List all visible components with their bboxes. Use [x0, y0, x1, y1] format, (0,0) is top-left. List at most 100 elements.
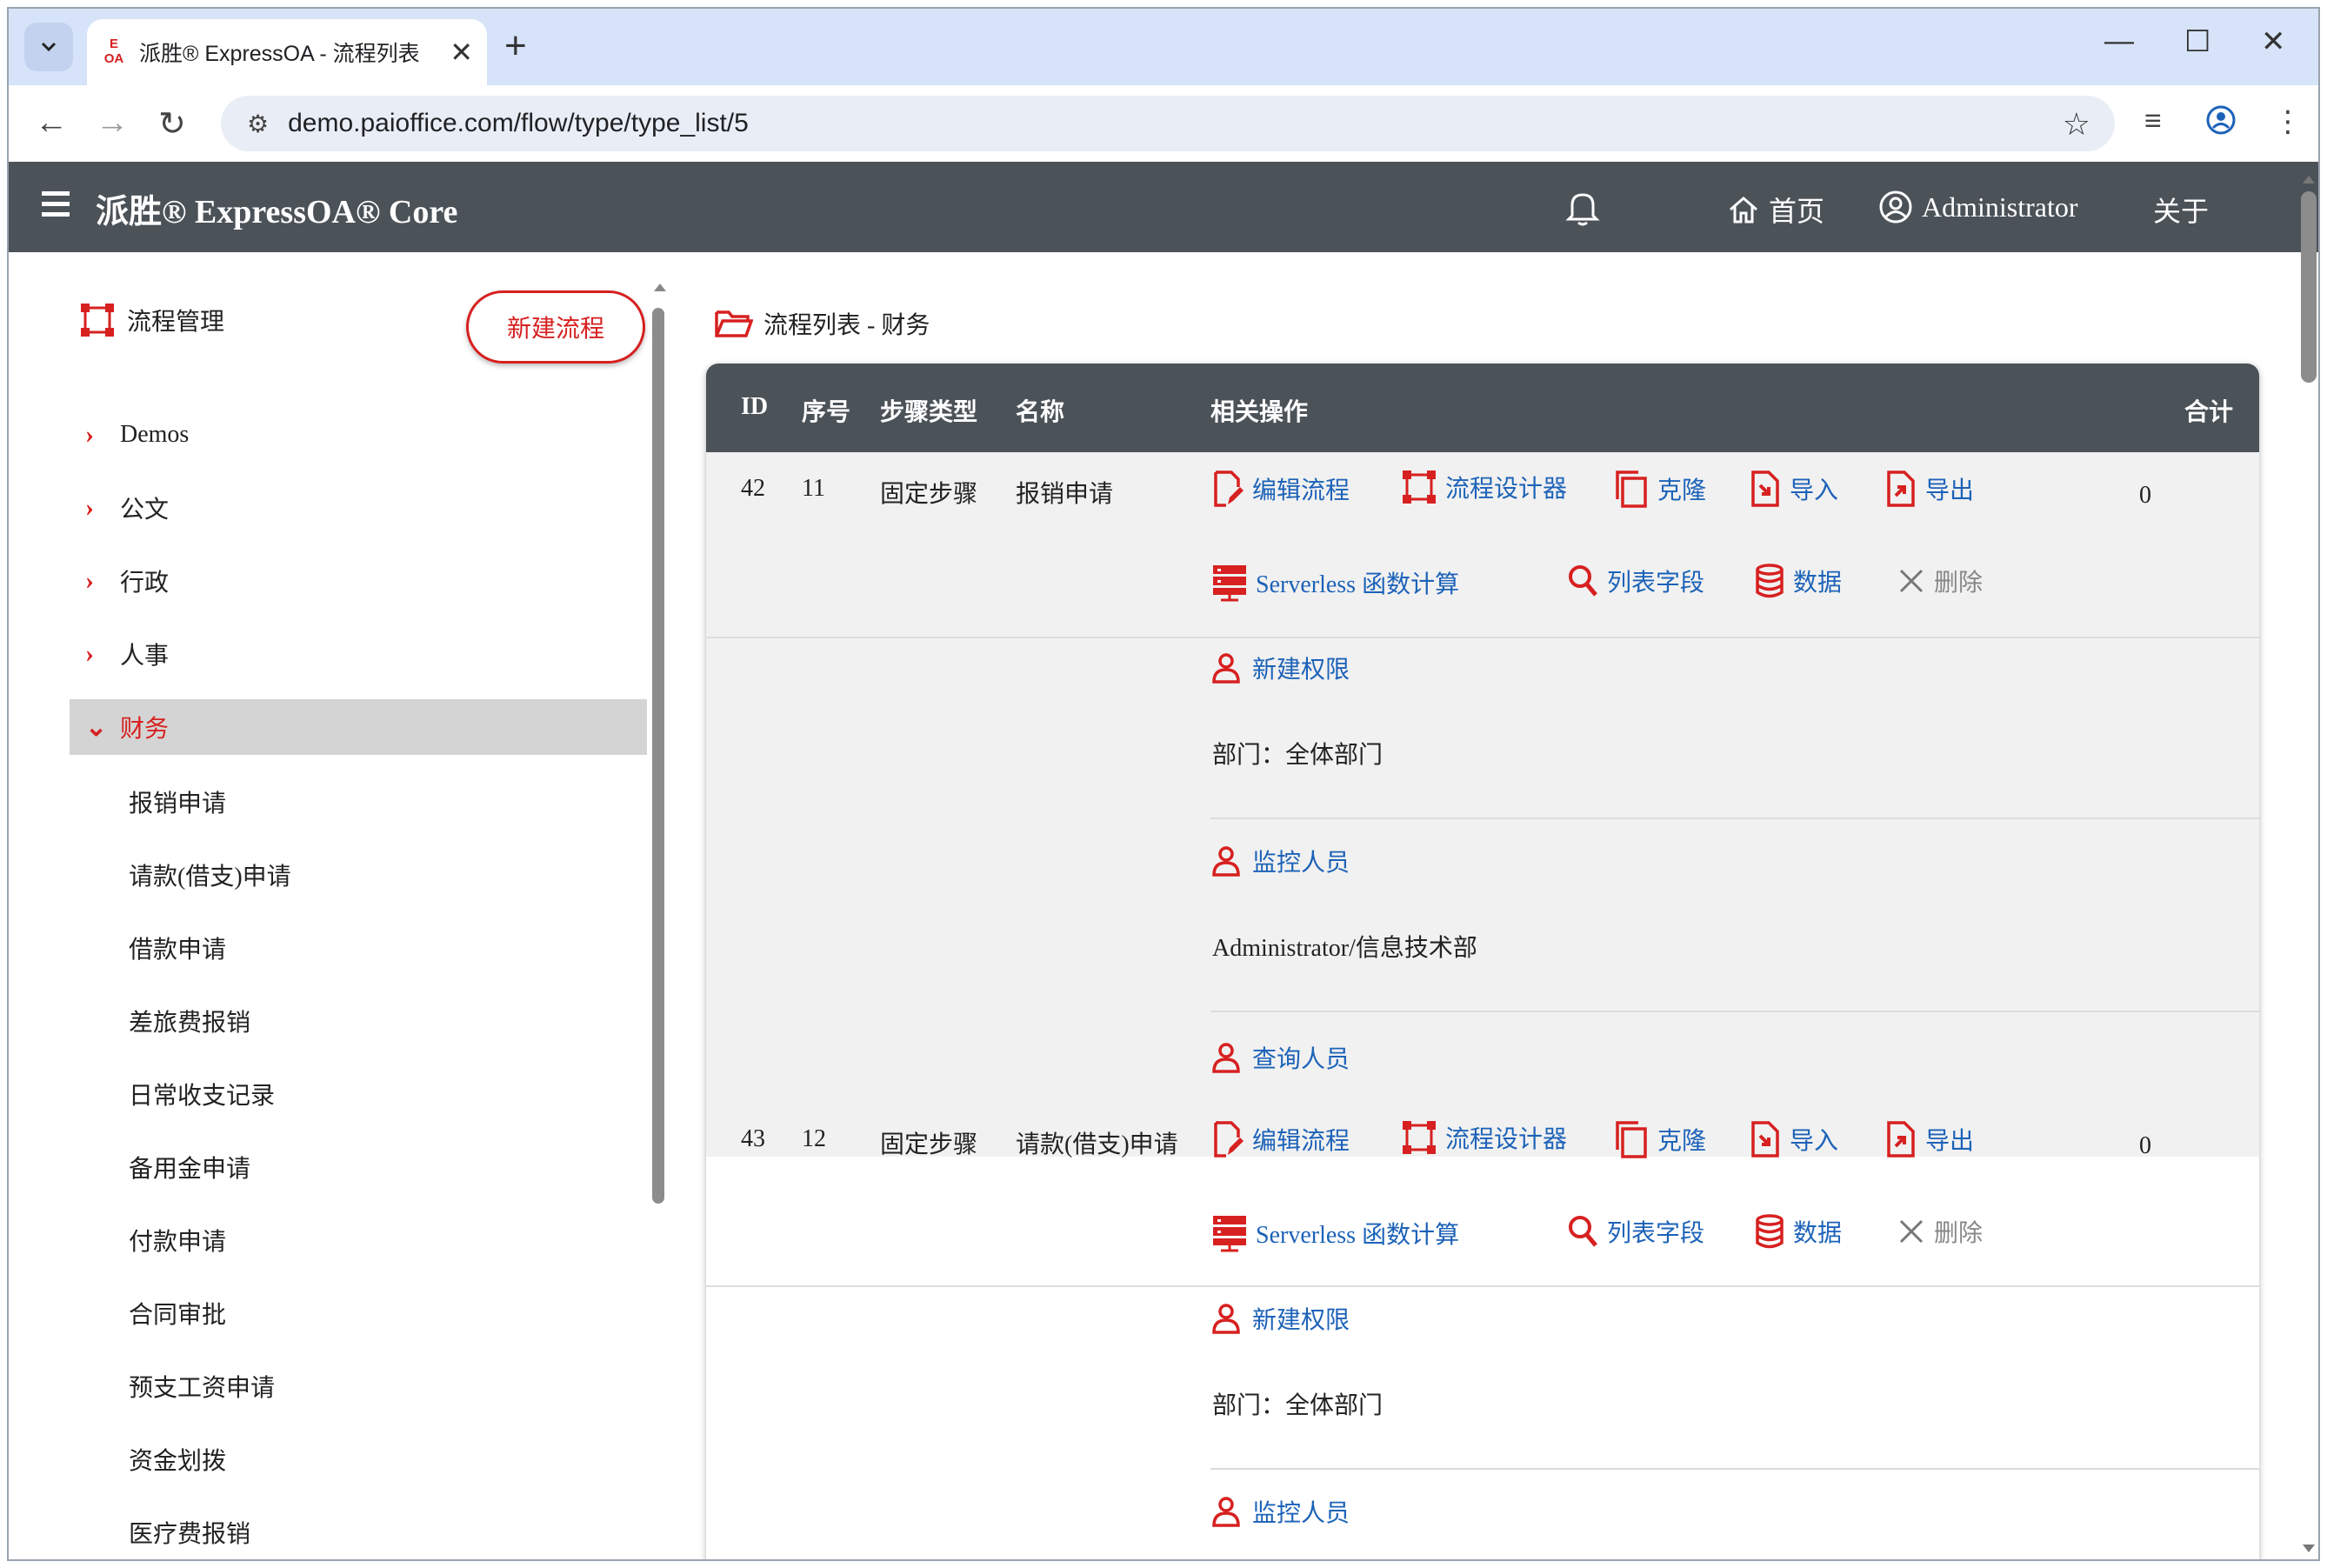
nav-about[interactable]: 关于: [2153, 190, 2209, 230]
tab-search-button[interactable]: [24, 23, 73, 71]
sidebar-item-document[interactable]: › 公文: [70, 480, 647, 536]
serverless-link[interactable]: Serverless 函数计算: [1212, 564, 1459, 602]
sidebar-item-label: Demos: [120, 421, 190, 448]
export-link[interactable]: 导出: [1885, 1120, 1974, 1158]
media-icon[interactable]: ≡: [2144, 104, 2162, 138]
export-link[interactable]: 导出: [1885, 470, 1974, 508]
sidebar-subitem[interactable]: 请款(借支)申请: [129, 857, 291, 892]
copy-icon: [1616, 470, 1647, 508]
monitor-staff-value: Administrator/信息技术部: [1212, 935, 1477, 962]
sidebar-title-label: 流程管理: [127, 309, 225, 336]
sidebar-subitem[interactable]: 借款申请: [129, 931, 226, 965]
hamburger-menu-icon[interactable]: [42, 191, 70, 217]
import-link[interactable]: 导入: [1750, 470, 1838, 508]
user-icon: [1212, 653, 1240, 684]
flow-designer-link[interactable]: 流程设计器: [1402, 470, 1567, 504]
edit-flow-link[interactable]: 编辑流程: [1212, 470, 1350, 508]
sidebar-subitem[interactable]: 医疗费报销: [129, 1515, 250, 1550]
sidebar-scrollbar[interactable]: [652, 308, 664, 1204]
edit-flow-link[interactable]: 编辑流程: [1212, 1120, 1350, 1158]
data-link[interactable]: 数据: [1755, 564, 1842, 598]
row-name: 报销申请: [1016, 481, 1114, 508]
forward-icon[interactable]: →: [96, 104, 129, 142]
nav-about-label: 关于: [2153, 196, 2210, 227]
sidebar-subitem[interactable]: 付款申请: [129, 1223, 226, 1258]
monitor-staff-link[interactable]: 监控人员: [1212, 844, 1350, 878]
col-step-type[interactable]: 步骤类型: [880, 393, 977, 428]
browser-tab[interactable]: E OA 派胜® ExpressOA - 流程列表 ✕: [87, 19, 487, 85]
delete-link[interactable]: 删除: [1897, 1214, 1983, 1249]
database-icon: [1756, 564, 1784, 598]
address-bar[interactable]: ⚙ demo.paioffice.com/flow/type/type_list…: [221, 96, 2115, 151]
minimize-icon[interactable]: —: [2104, 24, 2134, 58]
flow-designer-link[interactable]: 流程设计器: [1402, 1120, 1567, 1155]
action-label: 列表字段: [1607, 570, 1705, 597]
nav-home[interactable]: 首页: [1727, 190, 1824, 230]
sidebar-item-finance[interactable]: ⌄ 财务: [70, 699, 647, 755]
serverless-link[interactable]: Serverless 函数计算: [1212, 1214, 1459, 1252]
close-tab-icon[interactable]: ✕: [450, 36, 473, 69]
permission-label: 监控人员: [1252, 1500, 1350, 1527]
sidebar-scroll-up-arrow[interactable]: [654, 284, 666, 291]
list-fields-link[interactable]: 列表字段: [1567, 1214, 1704, 1249]
file-export-icon: [1887, 470, 1915, 507]
col-actions: 相关操作: [1210, 399, 1309, 426]
close-icon: [1899, 569, 1924, 593]
sidebar-subitem[interactable]: 合同审批: [129, 1296, 226, 1331]
delete-link[interactable]: 删除: [1897, 564, 1983, 598]
sidebar-subitem[interactable]: 差旅费报销: [129, 1004, 250, 1038]
reload-icon[interactable]: ↻: [158, 104, 186, 143]
permission-label: 监控人员: [1252, 850, 1350, 877]
nav-user[interactable]: Administrator: [1878, 190, 2078, 224]
bookmark-star-icon[interactable]: ☆: [2063, 106, 2090, 143]
action-label: 克隆: [1657, 477, 1707, 504]
sidebar-subitem[interactable]: 备用金申请: [129, 1150, 250, 1184]
sidebar-item-hr[interactable]: › 人事: [70, 626, 647, 682]
sidebar-item-admin[interactable]: › 行政: [70, 553, 647, 609]
new-tab-button[interactable]: +: [504, 24, 527, 68]
col-id[interactable]: ID: [741, 393, 768, 421]
page-scrollbar[interactable]: [2301, 191, 2317, 383]
query-staff-link[interactable]: 查询人员: [1212, 1040, 1350, 1075]
profile-icon[interactable]: [2205, 104, 2237, 143]
clone-link[interactable]: 克隆: [1614, 1120, 1706, 1158]
sidebar-subitem[interactable]: 预支工资申请: [129, 1369, 275, 1404]
sidebar-subitem[interactable]: 报销申请: [129, 784, 226, 819]
new-permission-link[interactable]: 新建权限: [1212, 651, 1350, 685]
new-permission-link[interactable]: 新建权限: [1212, 1301, 1350, 1336]
col-seq[interactable]: 序号: [802, 393, 850, 428]
flow-nodes-icon: [81, 304, 114, 337]
site-info-icon[interactable]: ⚙: [247, 110, 269, 138]
monitor-staff-link[interactable]: 监控人员: [1212, 1494, 1350, 1529]
favicon-icon: E OA: [103, 37, 124, 66]
back-icon[interactable]: ←: [35, 104, 68, 142]
sidebar-item-label: 公文: [120, 497, 170, 524]
action-label: 删除: [1934, 1220, 1984, 1247]
sidebar-subitem[interactable]: 日常收支记录: [129, 1077, 275, 1111]
list-fields-link[interactable]: 列表字段: [1567, 564, 1704, 598]
user-icon: [1212, 1497, 1240, 1527]
import-link[interactable]: 导入: [1750, 1120, 1838, 1158]
clone-link[interactable]: 克隆: [1614, 470, 1706, 508]
action-label: 列表字段: [1607, 1220, 1705, 1247]
permission-label: 新建权限: [1252, 1307, 1350, 1334]
nav-home-label: 首页: [1769, 196, 1825, 227]
col-name[interactable]: 名称: [1016, 393, 1064, 428]
sidebar-subitem[interactable]: 资金划拨: [129, 1442, 226, 1477]
row-total: 0: [2139, 482, 2151, 509]
row-name: 请款(借支)申请: [1016, 1131, 1178, 1158]
sidebar-item-demos[interactable]: › Demos: [70, 407, 647, 463]
row-divider: [706, 637, 2259, 638]
action-label: 克隆: [1657, 1128, 1707, 1155]
close-window-icon[interactable]: ✕: [2261, 24, 2286, 59]
maximize-icon[interactable]: ☐: [2184, 24, 2210, 59]
chevron-right-icon: ›: [85, 566, 94, 595]
col-total[interactable]: 合计: [2184, 393, 2233, 428]
notification-bell-icon[interactable]: [1565, 188, 1600, 230]
page-scroll-up-arrow[interactable]: [2303, 176, 2315, 183]
data-link[interactable]: 数据: [1755, 1214, 1842, 1249]
more-menu-icon[interactable]: ⋮: [2273, 104, 2303, 139]
page-scroll-down-arrow[interactable]: [2303, 1545, 2315, 1552]
new-flow-button[interactable]: 新建流程: [466, 290, 645, 364]
breadcrumb: 流程列表 - 财务: [715, 306, 930, 341]
